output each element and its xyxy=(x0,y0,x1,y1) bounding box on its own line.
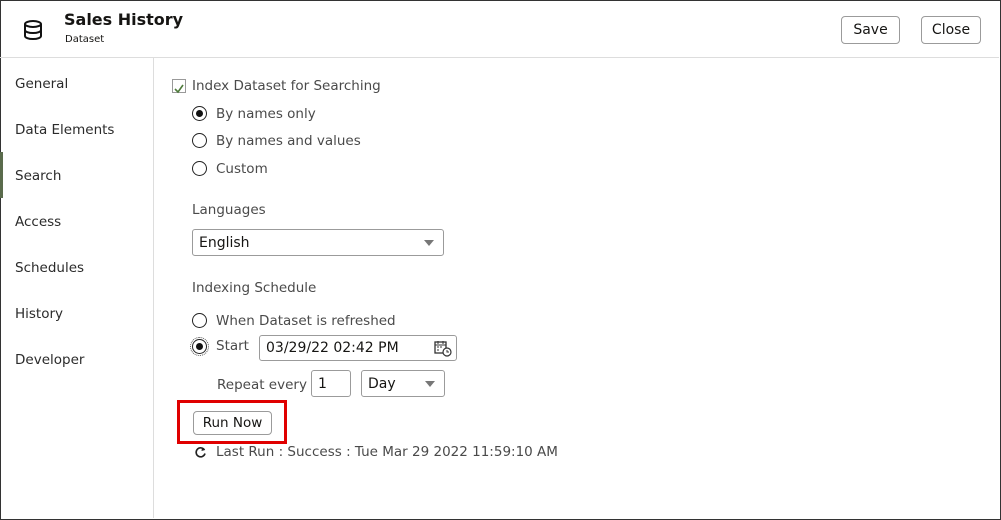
repeat-label: Repeat every xyxy=(217,377,307,393)
last-run-status: Last Run : Success : Tue Mar 29 2022 11:… xyxy=(216,444,558,460)
repeat-count-value: 1 xyxy=(318,375,327,392)
header: Sales History Dataset Save Close xyxy=(0,0,999,58)
active-indicator xyxy=(0,152,3,198)
database-icon xyxy=(24,20,42,41)
start-value: 03/29/22 02:42 PM xyxy=(266,340,399,356)
chevron-down-icon xyxy=(425,381,435,387)
schedule-label: Indexing Schedule xyxy=(192,280,317,296)
radio-when-refreshed[interactable] xyxy=(192,313,207,328)
calendar-clock-icon[interactable] xyxy=(434,340,452,357)
repeat-unit-value: Day xyxy=(368,375,396,392)
sidebar-item-history[interactable]: History xyxy=(15,306,63,322)
run-now-button[interactable]: Run Now xyxy=(193,411,272,435)
option-label: By names only xyxy=(216,106,316,122)
start-label: Start xyxy=(216,338,249,354)
option-label: By names and values xyxy=(216,133,361,149)
refresh-icon xyxy=(195,447,206,458)
page-title: Sales History xyxy=(64,10,184,29)
languages-label: Languages xyxy=(192,202,266,218)
option-label: Custom xyxy=(216,161,268,177)
repeat-unit-select[interactable]: Day xyxy=(361,370,445,397)
close-button[interactable]: Close xyxy=(921,16,981,44)
sidebar-item-data-elements[interactable]: Data Elements xyxy=(15,122,114,138)
sidebar-item-search[interactable]: Search xyxy=(15,168,61,184)
radio-by-names-only[interactable] xyxy=(192,106,207,121)
check-icon xyxy=(174,84,184,94)
index-label: Index Dataset for Searching xyxy=(192,78,381,94)
sidebar-item-developer[interactable]: Developer xyxy=(15,352,84,368)
languages-select[interactable]: English xyxy=(192,229,444,256)
radio-by-names-and-values[interactable] xyxy=(192,133,207,148)
sidebar-item-access[interactable]: Access xyxy=(15,214,61,230)
index-checkbox[interactable] xyxy=(172,79,186,94)
sidebar: General Data Elements Search Access Sche… xyxy=(0,58,154,518)
sidebar-item-schedules[interactable]: Schedules xyxy=(15,260,84,276)
radio-custom[interactable] xyxy=(192,161,207,176)
sidebar-item-general[interactable]: General xyxy=(15,76,68,92)
start-datetime-input[interactable]: 03/29/22 02:42 PM xyxy=(259,335,457,361)
save-button[interactable]: Save xyxy=(841,16,900,44)
chevron-down-icon xyxy=(424,240,434,246)
languages-value: English xyxy=(199,234,250,251)
page-subtitle: Dataset xyxy=(65,34,105,45)
radio-start[interactable] xyxy=(190,337,209,356)
when-refreshed-label: When Dataset is refreshed xyxy=(216,313,396,329)
repeat-count-input[interactable]: 1 xyxy=(311,370,351,397)
